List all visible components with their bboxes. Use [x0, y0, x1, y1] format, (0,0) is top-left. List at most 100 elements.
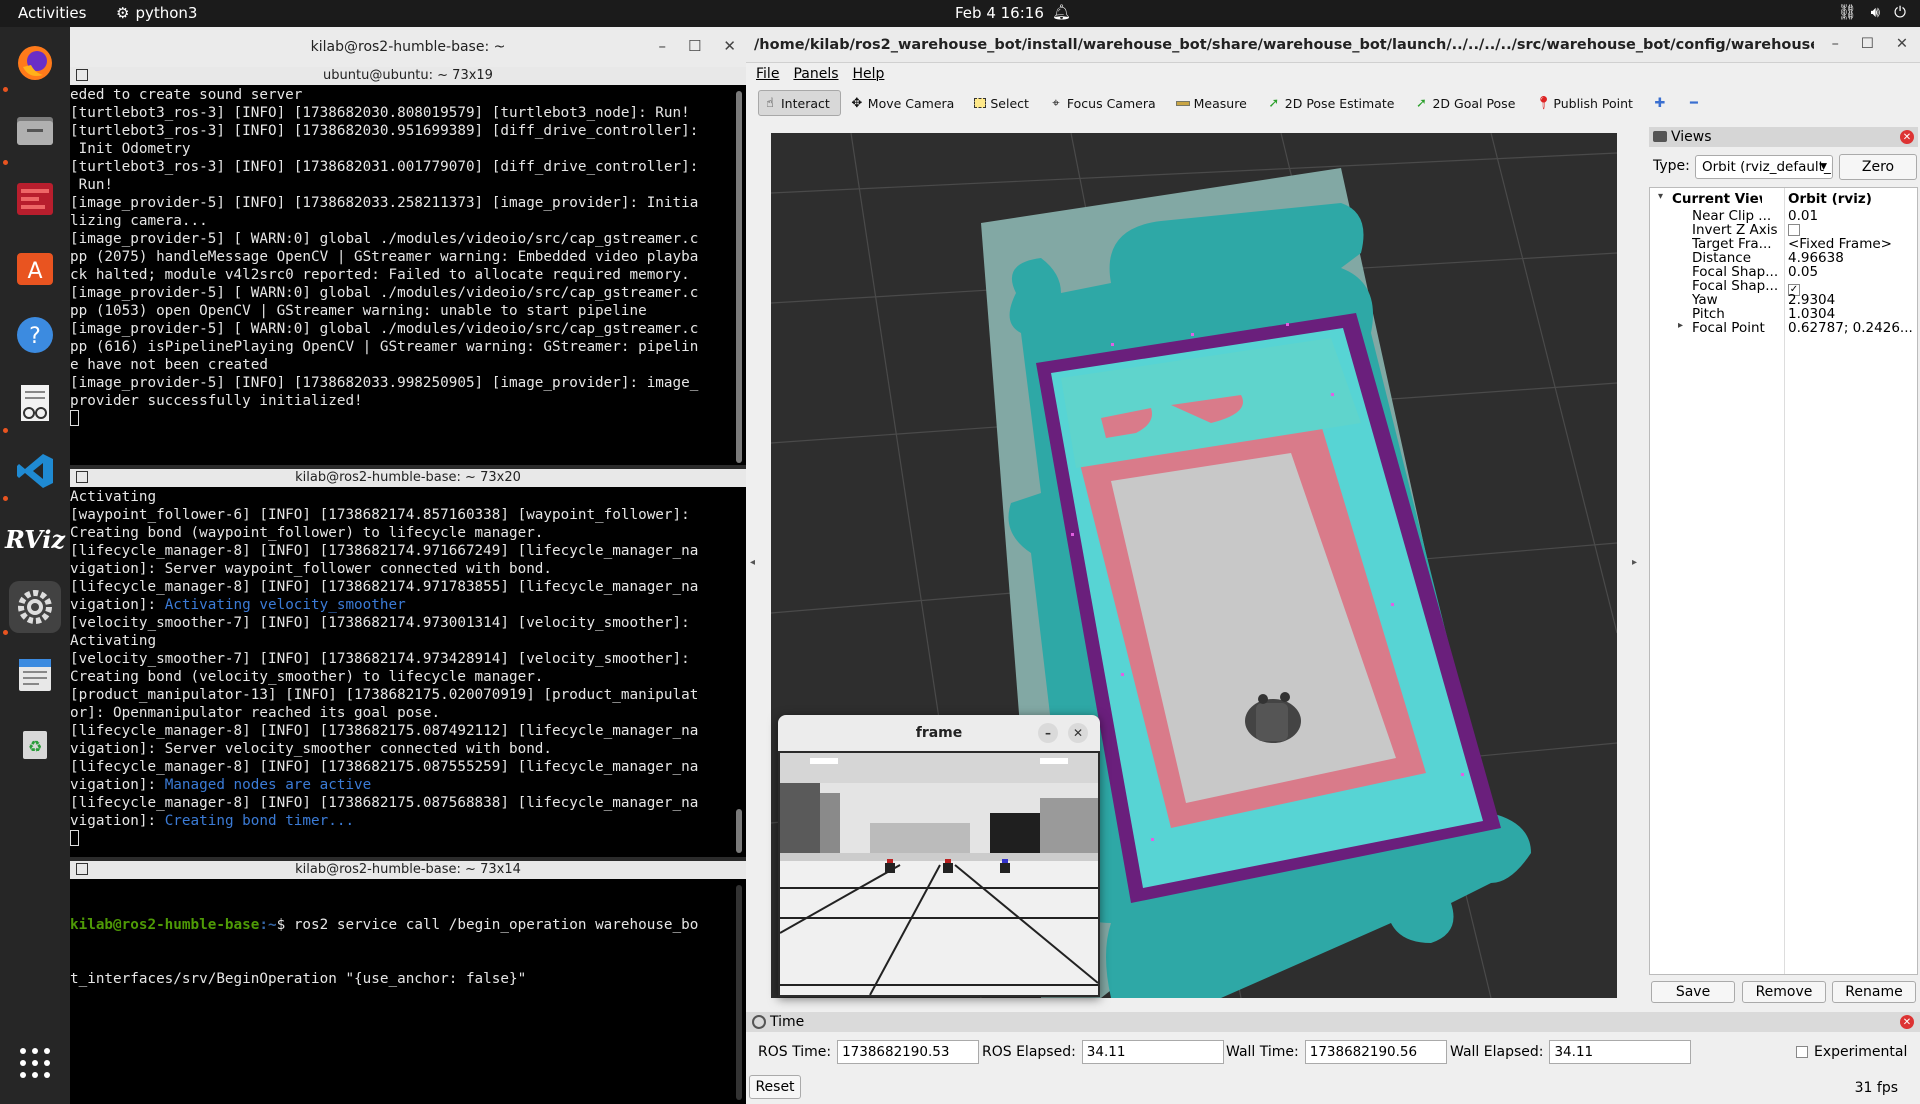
wall-elapsed-field[interactable]: 34.11 — [1549, 1040, 1692, 1064]
wall-time-field[interactable]: 1738682190.56 — [1304, 1040, 1447, 1064]
move-icon: ✥ — [851, 95, 863, 111]
tool-select[interactable]: Select — [969, 90, 1040, 116]
collapse-left-handle[interactable]: ◂ — [750, 557, 755, 568]
terminal-line: [lifecycle_manager-8] [INFO] [1738682175… — [70, 722, 746, 740]
tool-publish-point[interactable]: 📍︎ Publish Point — [1530, 90, 1644, 116]
terminal-line: pp (2075) handleMessage OpenCV | GStream… — [70, 249, 699, 265]
terminal-line: eded to create sound server — [70, 87, 303, 103]
terminal-line: Activating — [70, 632, 746, 650]
tree-row-property[interactable]: ▸ Focal Point 0.62787; 0.2426... — [1650, 320, 1918, 337]
dock-files[interactable] — [9, 105, 61, 157]
terminal-titlebar[interactable]: kilab@ros2-humble-base: ~ – ☐ ✕ — [70, 27, 746, 67]
ros-elapsed-field[interactable]: 34.11 — [1081, 1040, 1224, 1064]
reset-button[interactable]: Reset — [749, 1075, 801, 1099]
terminal-output[interactable]: Activating [waypoint_follower-6] [INFO] [… — [70, 487, 746, 848]
maximize-icon[interactable]: ☐ — [688, 37, 701, 55]
dock-rviz[interactable]: RViz — [5, 513, 65, 565]
dock-vscode[interactable] — [9, 445, 61, 497]
tool-measure[interactable]: Measure — [1171, 90, 1258, 116]
terminal-pane-title: ubuntu@ubuntu: ~ 73x19 — [323, 68, 493, 83]
svg-text:A: A — [27, 259, 42, 284]
terminal-line-text: [lifecycle_manager-8] [INFO] [1738682175… — [70, 759, 699, 775]
view-properties-tree[interactable]: ▾ Current View Orbit (rviz) Near Clip ..… — [1649, 187, 1918, 975]
type-label: Type: — [1653, 158, 1690, 174]
dock-terminal-alt[interactable] — [9, 173, 61, 225]
view-type-select[interactable]: Orbit (rviz_default_plugins) — [1695, 155, 1833, 179]
terminal-pane-2[interactable]: kilab@ros2-humble-base: ~ 73x20 Activati… — [70, 469, 746, 857]
frame-titlebar[interactable]: frame – ✕ — [778, 715, 1100, 751]
minimize-icon[interactable]: – — [1038, 723, 1058, 743]
minimize-icon[interactable]: – — [658, 37, 666, 55]
close-icon[interactable]: ✕ — [723, 37, 736, 55]
experimental-label: Experimental — [1814, 1044, 1908, 1060]
experimental-toggle[interactable]: Experimental — [1796, 1044, 1907, 1060]
terminal-highlight-text: Creating bond timer... — [164, 813, 355, 829]
ros-time-field[interactable]: 1738682190.53 — [837, 1040, 980, 1064]
rename-view-button[interactable]: Rename — [1832, 981, 1916, 1003]
terminal-line-text: [velocity_smoother-7] [INFO] [1738682174… — [70, 651, 690, 667]
terminal-line-text: [waypoint_follower-6] [INFO] [1738682174… — [70, 507, 690, 523]
views-panel-header[interactable]: Views ✕ — [1649, 127, 1918, 147]
chevron-right-icon[interactable]: ▸ — [1678, 320, 1683, 331]
terminal-line: Run! — [70, 177, 114, 193]
frame-window[interactable]: frame – ✕ — [778, 715, 1100, 997]
clock[interactable]: Feb 4 16:16 — [955, 4, 1044, 22]
zero-button[interactable]: Zero — [1839, 154, 1917, 180]
terminal-output[interactable]: eded to create sound server [turtlebot3_r… — [70, 85, 746, 428]
terminal-pane-1[interactable]: ubuntu@ubuntu: ~ 73x19 eded to create so… — [70, 67, 746, 465]
terminal-output[interactable]: kilab@ros2-humble-base:~$ ros2 service c… — [70, 879, 746, 1024]
maximize-icon[interactable]: ☐ — [1861, 36, 1874, 52]
terminal-line: [lifecycle_manager-8] [INFO] [1738682174… — [70, 578, 746, 596]
rviz-titlebar[interactable]: /home/kilab/ros2_warehouse_bot/install/w… — [746, 27, 1920, 63]
scrollbar[interactable] — [736, 885, 742, 1100]
tool-move-camera[interactable]: ✥ Move Camera — [845, 90, 966, 116]
terminal-pane-header[interactable]: kilab@ros2-humble-base: ~ 73x20 — [70, 469, 746, 487]
scrollbar[interactable] — [736, 91, 742, 463]
terminal-line: [image_provider-5] [ WARN:0] global ./mo… — [70, 285, 699, 301]
remove-view-button[interactable]: Remove — [1742, 981, 1826, 1003]
dock-text-editor[interactable] — [9, 377, 61, 429]
save-view-button[interactable]: Save — [1651, 981, 1735, 1003]
menu-panels[interactable]: Panels — [793, 66, 838, 82]
wall-elapsed-label: Wall Elapsed: — [1450, 1044, 1544, 1060]
terminal-pane-3[interactable]: kilab@ros2-humble-base: ~ 73x14 kilab@ro… — [70, 861, 746, 1104]
dock-trash[interactable]: ♻ — [9, 717, 61, 769]
rviz-window[interactable]: /home/kilab/ros2_warehouse_bot/install/w… — [746, 27, 1920, 1104]
dock-notes[interactable] — [9, 649, 61, 701]
activities-button[interactable]: Activities — [18, 4, 86, 22]
time-panel-header[interactable]: Time ✕ — [746, 1012, 1920, 1032]
terminal-pane-header[interactable]: kilab@ros2-humble-base: ~ 73x14 — [70, 861, 746, 879]
dock-settings[interactable] — [9, 581, 61, 633]
terminal-line-text: Creating bond (velocity_smoother) to lif… — [70, 669, 544, 685]
terminal-pane-header[interactable]: ubuntu@ubuntu: ~ 73x19 — [70, 67, 746, 85]
tool-interact[interactable]: ☝ Interact — [758, 90, 841, 116]
close-icon[interactable]: ✕ — [1900, 130, 1914, 144]
terminal-window[interactable]: kilab@ros2-humble-base: ~ – ☐ ✕ ubuntu@u… — [70, 27, 746, 1104]
experimental-checkbox[interactable] — [1796, 1046, 1808, 1058]
tool-focus-camera[interactable]: ⌖ Focus Camera — [1044, 90, 1167, 116]
close-icon[interactable]: ✕ — [1896, 36, 1908, 52]
tool-2d-pose-estimate[interactable]: ➚ 2D Pose Estimate — [1262, 90, 1406, 116]
split-terminal-icon — [76, 863, 88, 875]
chevron-down-icon[interactable]: ▾ — [1658, 191, 1663, 202]
scrollbar[interactable] — [736, 809, 742, 853]
minimize-icon[interactable]: – — [1832, 36, 1839, 52]
dock-app-grid[interactable] — [9, 1037, 61, 1089]
dock-help[interactable]: ? — [9, 309, 61, 361]
close-icon[interactable]: ✕ — [1900, 1015, 1914, 1029]
command-line-2: t_interfaces/srv/BeginOperation "{use_an… — [70, 971, 527, 987]
dock-software[interactable]: A — [9, 241, 61, 293]
menu-file[interactable]: File — [756, 66, 779, 82]
remove-tool-button[interactable]: ━ — [1682, 90, 1712, 116]
system-tray[interactable]: ⛓ 🔊︎ ⏻ — [1838, 3, 1906, 21]
property-checkbox[interactable] — [1788, 224, 1800, 236]
property-value[interactable]: 0.62787; 0.2426... — [1788, 320, 1916, 336]
add-tool-button[interactable]: ✚ — [1648, 90, 1678, 116]
tree-row-current-view[interactable]: ▾ Current View Orbit (rviz) — [1650, 191, 1918, 208]
tool-2d-goal-pose[interactable]: ➚ 2D Goal Pose — [1409, 90, 1526, 116]
dock-firefox[interactable] — [9, 37, 61, 89]
menu-help[interactable]: Help — [853, 66, 885, 82]
app-menu[interactable]: ⚙ python3 — [116, 4, 197, 22]
collapse-right-handle[interactable]: ▸ — [1632, 557, 1637, 568]
close-icon[interactable]: ✕ — [1068, 723, 1088, 743]
